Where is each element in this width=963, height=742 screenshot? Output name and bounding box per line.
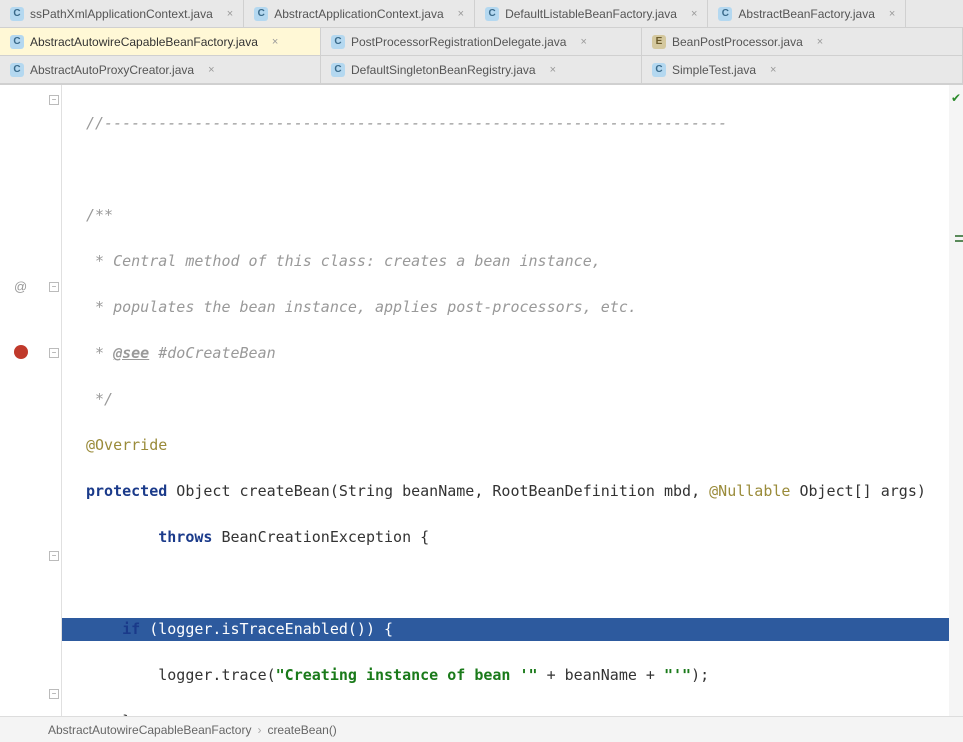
code-text: //--------------------------------------… <box>86 114 727 132</box>
current-exec-line: if (logger.isTraceEnabled()) { <box>62 618 963 641</box>
close-icon[interactable]: × <box>550 64 556 76</box>
code-text: BeanCreationException { <box>212 528 429 546</box>
tab-simpletest[interactable]: C SimpleTest.java × <box>642 56 963 83</box>
close-icon[interactable]: × <box>458 8 464 20</box>
close-icon[interactable]: × <box>208 64 214 76</box>
stripe-mark[interactable] <box>955 235 963 237</box>
breadcrumb[interactable]: AbstractAutowireCapableBeanFactory › cre… <box>0 716 963 742</box>
code-text: * populates the bean instance, applies p… <box>86 298 637 316</box>
tab-autowirecapable[interactable]: C AbstractAutowireCapableBeanFactory.jav… <box>0 28 321 55</box>
code-text: + beanName + <box>538 666 664 684</box>
code-text: Object createBean(String beanName, RootB… <box>167 482 709 500</box>
tab-sspath[interactable]: C ssPathXmlApplicationContext.java × <box>0 0 244 27</box>
tab-autoproxy[interactable]: C AbstractAutoProxyCreator.java × <box>0 56 321 83</box>
tab-label: AbstractBeanFactory.java <box>738 7 875 21</box>
editor: − @ − − − − //--------------------------… <box>0 85 963 717</box>
class-icon: C <box>331 35 345 49</box>
code-text: (logger.isTraceEnabled()) { <box>140 620 393 638</box>
tab-abstractappctx[interactable]: C AbstractApplicationContext.java × <box>244 0 475 27</box>
code-text: if <box>122 620 140 638</box>
code-text: ); <box>691 666 709 684</box>
code-text: * <box>86 344 113 362</box>
chevron-right-icon: › <box>257 723 261 737</box>
code-text: /** <box>86 206 113 224</box>
breadcrumb-method[interactable]: createBean() <box>267 723 336 737</box>
code-text: */ <box>86 390 113 408</box>
breadcrumb-class[interactable]: AbstractAutowireCapableBeanFactory <box>48 723 251 737</box>
tab-singleton[interactable]: C DefaultSingletonBeanRegistry.java × <box>321 56 642 83</box>
close-icon[interactable]: × <box>691 8 697 20</box>
tab-abstractbeanfactory[interactable]: C AbstractBeanFactory.java × <box>708 0 906 27</box>
class-icon: C <box>485 7 499 21</box>
editor-tabs: C ssPathXmlApplicationContext.java × C A… <box>0 0 963 85</box>
tab-defaultlistable[interactable]: C DefaultListableBeanFactory.java × <box>475 0 708 27</box>
code-area[interactable]: //--------------------------------------… <box>62 85 963 717</box>
tab-row-2: C AbstractAutowireCapableBeanFactory.jav… <box>0 28 963 56</box>
gutter[interactable]: − @ − − − − <box>0 85 62 717</box>
tab-label: DefaultListableBeanFactory.java <box>505 7 677 21</box>
code-text: logger.trace( <box>158 666 275 684</box>
class-icon: C <box>254 7 268 21</box>
tab-label: SimpleTest.java <box>672 63 756 77</box>
code-text: "Creating instance of bean '" <box>276 666 538 684</box>
tab-label: AbstractAutowireCapableBeanFactory.java <box>30 35 258 49</box>
code-text: Object[] args) <box>790 482 925 500</box>
error-stripe[interactable]: ✔ <box>949 85 963 717</box>
class-icon: C <box>10 35 24 49</box>
close-icon[interactable]: × <box>817 36 823 48</box>
code-text: @Override <box>86 436 167 454</box>
fold-icon[interactable]: − <box>49 689 59 699</box>
tab-label: AbstractAutoProxyCreator.java <box>30 63 194 77</box>
stripe-mark[interactable] <box>955 240 963 242</box>
code-text: throws <box>158 528 212 546</box>
close-icon[interactable]: × <box>580 36 586 48</box>
code-text: #doCreateBean <box>149 344 275 362</box>
close-icon[interactable]: × <box>272 36 278 48</box>
fold-icon[interactable]: − <box>49 95 59 105</box>
breakpoint-icon[interactable] <box>14 345 28 359</box>
code-text: @Nullable <box>709 482 790 500</box>
checkmark-icon: ✔ <box>951 91 961 105</box>
tab-beanpostprocessor[interactable]: E BeanPostProcessor.java × <box>642 28 963 55</box>
code-text: "'" <box>664 666 691 684</box>
tab-row-3: C AbstractAutoProxyCreator.java × C Defa… <box>0 56 963 84</box>
tab-label: PostProcessorRegistrationDelegate.java <box>351 35 566 49</box>
class-icon: C <box>652 63 666 77</box>
class-icon: C <box>10 63 24 77</box>
code-text: @see <box>113 344 149 362</box>
close-icon[interactable]: × <box>227 8 233 20</box>
interface-icon: E <box>652 35 666 49</box>
tab-label: BeanPostProcessor.java <box>672 35 803 49</box>
code-text: * Central method of this class: creates … <box>86 252 601 270</box>
fold-icon[interactable]: − <box>49 551 59 561</box>
tab-postprocessor[interactable]: C PostProcessorRegistrationDelegate.java… <box>321 28 642 55</box>
class-icon: C <box>718 7 732 21</box>
tab-row-1: C ssPathXmlApplicationContext.java × C A… <box>0 0 963 28</box>
tab-label: DefaultSingletonBeanRegistry.java <box>351 63 536 77</box>
fold-icon[interactable]: − <box>49 348 59 358</box>
class-icon: C <box>331 63 345 77</box>
tab-label: ssPathXmlApplicationContext.java <box>30 7 213 21</box>
close-icon[interactable]: × <box>770 64 776 76</box>
tab-label: AbstractApplicationContext.java <box>274 7 443 21</box>
close-icon[interactable]: × <box>889 8 895 20</box>
fold-icon[interactable]: − <box>49 282 59 292</box>
code-text: protected <box>86 482 167 500</box>
class-icon: C <box>10 7 24 21</box>
